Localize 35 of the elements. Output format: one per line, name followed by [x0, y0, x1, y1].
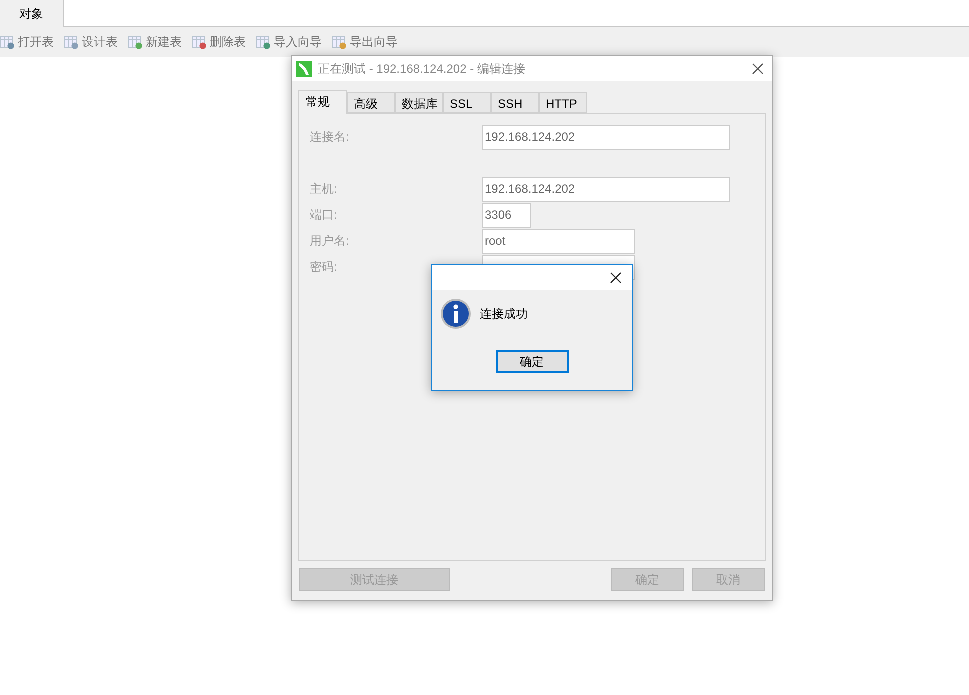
table-icon — [192, 34, 207, 50]
toolbar-button[interactable]: 设计表 — [64, 33, 118, 51]
table-icon — [128, 34, 143, 50]
table-icon — [0, 34, 15, 50]
info-icon — [440, 298, 472, 330]
input-field[interactable]: root — [482, 228, 635, 254]
table-icon — [256, 34, 271, 50]
window-title: 正在测试 - 192.168.124.202 - 编辑连接 — [318, 60, 526, 78]
tab[interactable]: 数据库 — [395, 92, 443, 113]
dolphin-logo-icon — [296, 60, 312, 76]
input-field[interactable]: 192.168.124.202 — [482, 176, 730, 202]
toolbar-button[interactable]: 删除表 — [192, 33, 246, 51]
field-label: 主机: — [309, 181, 338, 198]
field-label: 连接名: — [309, 129, 350, 146]
close-icon[interactable] — [610, 272, 622, 284]
message-text: 连接成功 — [480, 306, 528, 323]
tab[interactable]: SSL — [443, 92, 491, 113]
tab[interactable]: HTTP — [539, 92, 587, 113]
close-icon[interactable] — [752, 62, 764, 74]
field-label: 端口: — [309, 207, 338, 224]
tab[interactable]: 高级 — [347, 92, 395, 113]
ok-button[interactable]: 确定 — [496, 350, 568, 373]
toolbar-button[interactable]: 导出向导 — [332, 33, 398, 51]
field-label: 用户名: — [309, 233, 350, 250]
table-icon — [332, 34, 347, 50]
input-field[interactable]: 192.168.124.202 — [482, 124, 730, 150]
toolbar-button[interactable]: 导入向导 — [256, 33, 322, 51]
tab[interactable]: SSH — [491, 92, 539, 113]
tab[interactable]: 对象 — [0, 0, 64, 27]
toolbar-button[interactable]: 新建表 — [128, 33, 182, 51]
table-icon — [64, 34, 79, 50]
toolbar-button[interactable]: 打开表 — [0, 33, 54, 51]
field-label: 密码: — [309, 259, 338, 276]
input-field[interactable]: 3306 — [482, 202, 531, 228]
tab[interactable]: 常规 — [298, 90, 347, 114]
